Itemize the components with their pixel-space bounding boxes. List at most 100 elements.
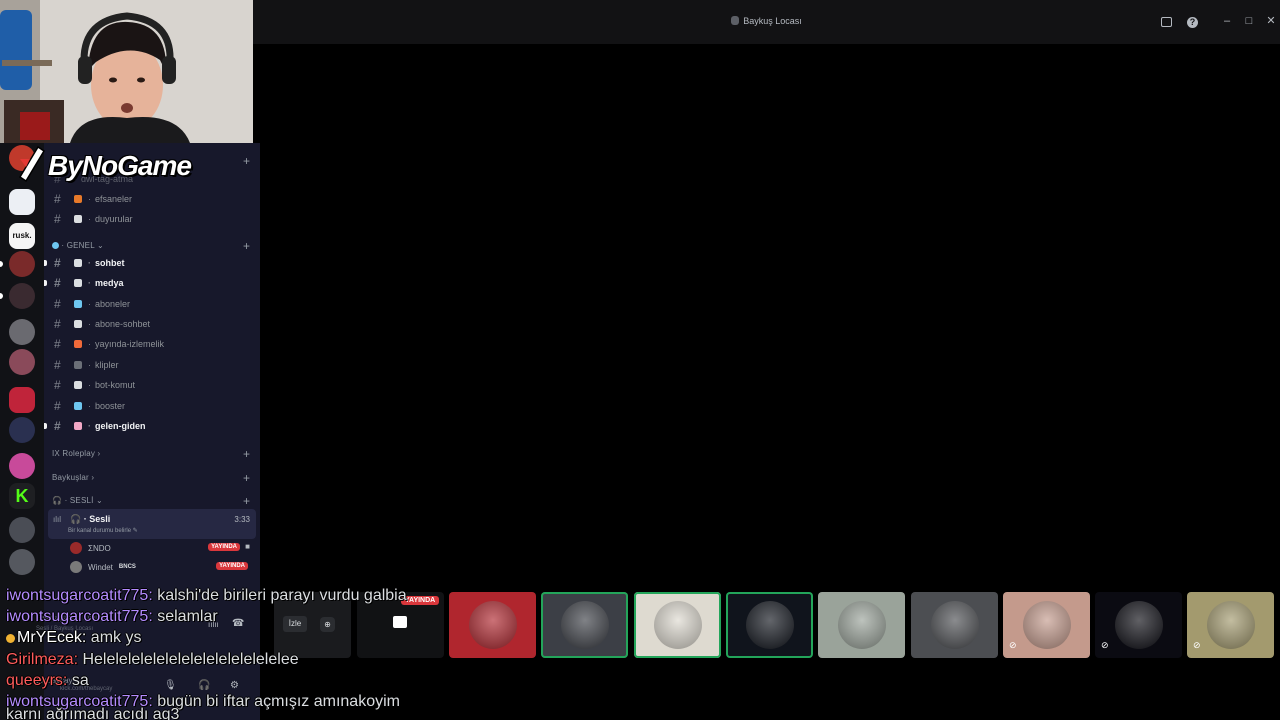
live-badge: YAYINDA — [208, 543, 240, 551]
category-sesli[interactable]: 🎧 · SESLİ ⌄ — [52, 496, 103, 505]
participant-tile[interactable]: ⊘ — [1187, 592, 1274, 658]
channel-name: abone-sohbet — [95, 319, 151, 329]
hash-icon: # — [54, 399, 61, 413]
server-icon[interactable] — [9, 283, 35, 309]
settings-gear-icon[interactable]: ⚙ — [230, 680, 239, 691]
chat-message: queeyrs: sa — [6, 672, 89, 690]
chat-text: karnı ağrımadı acıdı aq3 — [6, 706, 180, 720]
channel-item-bot-komut[interactable]: # · bot-komut — [52, 375, 252, 395]
channel-item-yayinda-izlemelik[interactable]: # · yayında-izlemelik — [52, 334, 252, 354]
avatar — [837, 601, 886, 649]
channel-item-aboneler[interactable]: # · aboneler — [52, 294, 252, 314]
avatar — [745, 601, 794, 649]
chat-text: Helelelelelelelelelelelelelelelee — [78, 651, 299, 668]
category-baykuslar[interactable]: Baykuşlar › — [52, 473, 94, 482]
hash-icon: # — [54, 212, 61, 226]
participant-tile[interactable] — [541, 592, 628, 658]
hash-icon: # — [54, 337, 61, 351]
category-label: Baykuşlar — [52, 473, 89, 482]
voice-user-name: ΣNDO — [88, 543, 111, 553]
channel-name: bot-komut — [95, 380, 136, 390]
chat-message: Girilmeza: Helelelelelelelelelelelelelel… — [6, 651, 299, 669]
add-channel-icon[interactable]: + — [243, 471, 250, 485]
add-channel-icon[interactable]: + — [243, 494, 250, 508]
server-unread-pill — [0, 261, 3, 267]
participant-tile[interactable] — [818, 592, 905, 658]
avatar — [70, 542, 82, 554]
participant-tile[interactable] — [911, 592, 998, 658]
server-icon[interactable] — [9, 349, 35, 375]
participant-tile[interactable]: ⊘ — [1095, 592, 1182, 658]
help-icon[interactable]: ? — [1187, 17, 1198, 28]
server-icon-kick[interactable]: K — [9, 483, 35, 509]
server-icon-rusk[interactable]: rusk. — [9, 223, 35, 249]
add-channel-icon[interactable]: + — [243, 447, 250, 461]
diamond-icon — [74, 402, 82, 410]
server-unread-pill — [0, 293, 3, 299]
title-bar: Baykuş Locası — [253, 0, 1280, 44]
headphones-icon: 🎧 — [52, 496, 63, 505]
channel-item-gelen-giden[interactable]: # · gelen-giden — [44, 416, 252, 436]
participant-tile[interactable] — [634, 592, 721, 658]
voice-user[interactable]: Windet BNCS — [70, 560, 136, 574]
headphones-icon[interactable]: 🎧 — [198, 680, 210, 691]
watch-button[interactable]: İzle — [283, 616, 307, 632]
server-icon[interactable] — [9, 319, 35, 345]
voice-channel-sesli[interactable]: ılıl 🎧 · Sesli Bir kanal durumu belirle … — [48, 509, 256, 539]
avatar — [1114, 601, 1163, 649]
channel-item-booster[interactable]: # · booster — [52, 396, 252, 416]
hash-icon: # — [54, 358, 61, 372]
window-title-text: Baykuş Locası — [743, 16, 802, 26]
server-icon[interactable] — [9, 251, 35, 277]
channel-item-efsaneler[interactable]: # · efsaneler — [52, 189, 252, 209]
minimize-icon[interactable]: – — [1220, 14, 1234, 28]
chat-user: queeyrs: — [6, 672, 68, 689]
monitor-icon — [393, 616, 407, 628]
server-icon[interactable] — [9, 189, 35, 215]
participant-tile[interactable] — [449, 592, 536, 658]
hash-icon: # — [54, 378, 61, 392]
chat-text: bugün bi iftar açmışız amınakoyim — [152, 693, 400, 710]
chat-message: MrYEcek: amk ys — [6, 629, 141, 647]
server-icon[interactable] — [9, 453, 35, 479]
window-title: Baykuş Locası — [253, 16, 1280, 26]
film-icon — [74, 361, 82, 369]
avatar — [930, 601, 979, 649]
image-icon — [74, 279, 82, 287]
server-icon[interactable] — [9, 417, 35, 443]
unread-indicator — [44, 260, 47, 266]
muted-microphone-icon: ⊘ — [1193, 640, 1201, 650]
participant-tile[interactable]: ⊘ — [1003, 592, 1090, 658]
channel-item-abone-sohbet[interactable]: # · abone-sohbet — [52, 314, 252, 334]
camera-icon: ■ — [245, 542, 250, 551]
category-ix-roleplay[interactable]: IX Roleplay › — [52, 449, 100, 458]
hash-icon: # — [54, 317, 61, 331]
channel-item-duyurular[interactable]: # · duyurular — [52, 209, 252, 229]
channel-item-sohbet[interactable]: # · sohbet — [44, 253, 252, 273]
chat-text: amk ys — [86, 629, 142, 646]
microphone-icon[interactable]: 🎙 — [164, 680, 177, 691]
participant-tile[interactable] — [726, 592, 813, 658]
add-channel-icon[interactable]: + — [243, 154, 250, 168]
add-channel-icon[interactable]: + — [243, 239, 250, 253]
maximize-icon[interactable]: □ — [1242, 14, 1256, 28]
disconnect-icon[interactable]: ☎ — [232, 618, 244, 629]
door-icon — [74, 422, 82, 430]
server-icon[interactable] — [9, 549, 35, 575]
zoom-icon[interactable]: ⊕ — [320, 617, 335, 632]
channel-name: medya — [95, 278, 124, 288]
voice-user[interactable]: ΣNDO — [70, 541, 111, 555]
close-icon[interactable]: ✕ — [1264, 14, 1278, 28]
hash-icon: # — [54, 256, 61, 270]
voice-status[interactable]: Bir kanal durumu belirle ✎ — [68, 527, 138, 534]
category-genel[interactable]: · GENEL ⌄ — [52, 241, 104, 250]
server-icon[interactable] — [9, 387, 35, 413]
popcorn-icon — [74, 340, 82, 348]
inbox-icon[interactable] — [1161, 17, 1172, 27]
server-icon[interactable] — [9, 517, 35, 543]
channel-name: aboneler — [95, 299, 131, 309]
chat-message-continued: karnı ağrımadı acıdı aq3 — [6, 706, 179, 720]
channel-item-medya[interactable]: # · medya — [44, 273, 252, 293]
channel-item-klipler[interactable]: # · klipler — [52, 355, 252, 375]
muted-microphone-icon: ⊘ — [1009, 640, 1017, 650]
